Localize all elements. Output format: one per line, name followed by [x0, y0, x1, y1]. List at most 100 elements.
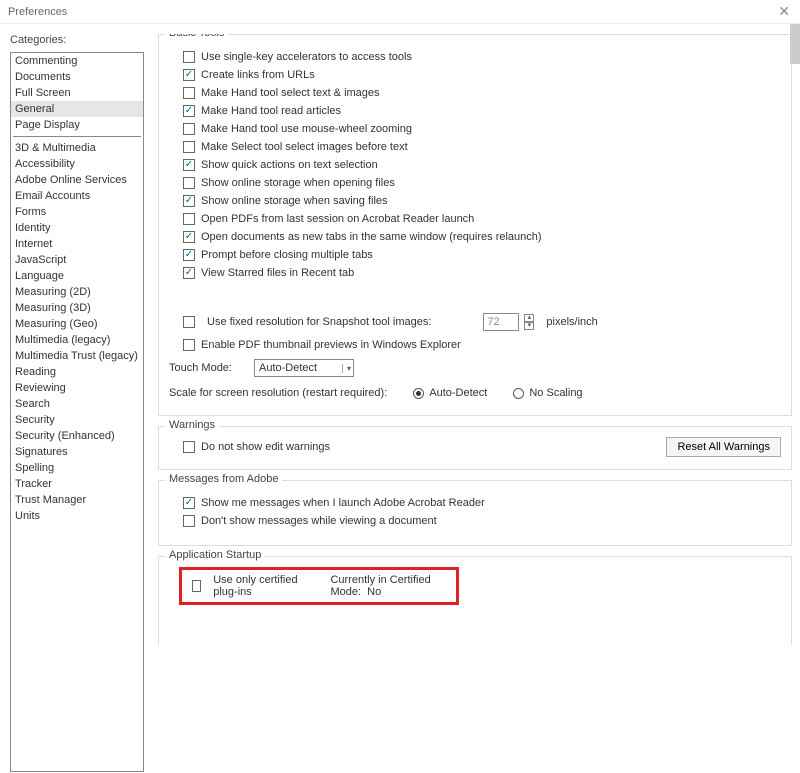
checkbox[interactable] [183, 87, 195, 99]
scale-radio-noscaling[interactable]: No Scaling [513, 387, 582, 399]
touch-mode-value: Auto-Detect [259, 362, 317, 374]
category-item[interactable]: General [11, 101, 143, 117]
category-item[interactable]: Commenting [11, 53, 143, 69]
checkbox-label: Use single-key accelerators to access to… [201, 51, 412, 63]
warnings-label: Do not show edit warnings [201, 441, 330, 453]
section-basic-tools: Basic Tools Use single-key accelerators … [158, 34, 792, 416]
radio-dot-icon [413, 388, 424, 399]
snapshot-checkbox[interactable] [183, 316, 195, 328]
category-item[interactable]: Measuring (3D) [11, 300, 143, 316]
checkbox-label: Open documents as new tabs in the same w… [201, 231, 542, 243]
checkbox-label: View Starred files in Recent tab [201, 267, 354, 279]
checkbox[interactable] [183, 51, 195, 63]
checkbox[interactable] [183, 141, 195, 153]
checkbox[interactable] [183, 177, 195, 189]
snapshot-row: Use fixed resolution for Snapshot tool i… [183, 313, 781, 331]
checkbox-row: Show online storage when saving files [183, 195, 781, 207]
scale-radio-auto[interactable]: Auto-Detect [413, 387, 487, 399]
settings-panel: Basic Tools Use single-key accelerators … [144, 34, 792, 766]
category-item[interactable]: Security (Enhanced) [11, 428, 143, 444]
section-title: Application Startup [165, 549, 265, 561]
category-item[interactable]: Trust Manager [11, 492, 143, 508]
category-item[interactable]: JavaScript [11, 252, 143, 268]
checkbox-label: Prompt before closing multiple tabs [201, 249, 373, 261]
scale-label: Scale for screen resolution (restart req… [169, 387, 387, 399]
category-item[interactable]: Forms [11, 204, 143, 220]
category-item[interactable]: Reading [11, 364, 143, 380]
category-item[interactable]: Multimedia (legacy) [11, 332, 143, 348]
category-item[interactable]: Accessibility [11, 156, 143, 172]
checkbox-row: Make Hand tool select text & images [183, 87, 781, 99]
window-title: Preferences [8, 6, 67, 18]
checkbox-label: Show online storage when opening files [201, 177, 395, 189]
scale-row: Scale for screen resolution (restart req… [169, 387, 781, 399]
category-item[interactable]: 3D & Multimedia [11, 140, 143, 156]
checkbox-label: Create links from URLs [201, 69, 315, 81]
category-item[interactable]: Tracker [11, 476, 143, 492]
snapshot-label: Use fixed resolution for Snapshot tool i… [207, 316, 431, 328]
checkbox-label: Show quick actions on text selection [201, 159, 378, 171]
scrollbar[interactable] [790, 24, 800, 64]
checkbox[interactable] [183, 105, 195, 117]
radio-dot-icon [513, 388, 524, 399]
checkbox[interactable] [183, 231, 195, 243]
checkbox-row: Show online storage when opening files [183, 177, 781, 189]
category-item[interactable]: Measuring (Geo) [11, 316, 143, 332]
thumbnail-label: Enable PDF thumbnail previews in Windows… [201, 339, 461, 351]
checkbox-row: View Starred files in Recent tab [183, 267, 781, 279]
reset-warnings-button[interactable]: Reset All Warnings [666, 437, 781, 457]
category-item[interactable]: Multimedia Trust (legacy) [11, 348, 143, 364]
checkbox[interactable] [183, 497, 195, 509]
chevron-down-icon: ▾ [342, 364, 351, 373]
categories-list[interactable]: CommentingDocumentsFull ScreenGeneralPag… [10, 52, 144, 772]
checkbox-label: Show online storage when saving files [201, 195, 388, 207]
checkbox-label: Don't show messages while viewing a docu… [201, 515, 437, 527]
checkbox[interactable] [183, 249, 195, 261]
checkbox[interactable] [183, 195, 195, 207]
section-warnings: Warnings Do not show edit warnings Reset… [158, 426, 792, 470]
snapshot-spinner[interactable]: ▴▾ [524, 314, 534, 330]
category-item[interactable]: Spelling [11, 460, 143, 476]
scale-opt1-label: Auto-Detect [429, 387, 487, 399]
category-item[interactable]: Page Display [11, 117, 143, 133]
checkbox-row: Make Hand tool read articles [183, 105, 781, 117]
category-item[interactable]: Adobe Online Services [11, 172, 143, 188]
checkbox[interactable] [183, 123, 195, 135]
certified-plugins-checkbox[interactable] [192, 580, 201, 592]
checkbox[interactable] [183, 267, 195, 279]
scale-opt2-label: No Scaling [529, 387, 582, 399]
checkbox[interactable] [183, 159, 195, 171]
checkbox-label: Make Hand tool select text & images [201, 87, 380, 99]
category-item[interactable]: Documents [11, 69, 143, 85]
category-item[interactable]: Internet [11, 236, 143, 252]
category-item[interactable]: Reviewing [11, 380, 143, 396]
category-item[interactable]: Signatures [11, 444, 143, 460]
section-messages: Messages from Adobe Show me messages whe… [158, 480, 792, 546]
checkbox-row: Don't show messages while viewing a docu… [183, 515, 781, 527]
touch-mode-select[interactable]: Auto-Detect ▾ [254, 359, 354, 377]
checkbox-row: Create links from URLs [183, 69, 781, 81]
section-title: Basic Tools [165, 34, 228, 39]
checkbox-label: Make Select tool select images before te… [201, 141, 408, 153]
checkbox-row: Show quick actions on text selection [183, 159, 781, 171]
checkbox-row: Prompt before closing multiple tabs [183, 249, 781, 261]
thumbnail-checkbox[interactable] [183, 339, 195, 351]
certified-mode-status: Currently in Certified Mode: No [330, 574, 446, 598]
checkbox[interactable] [183, 213, 195, 225]
category-item[interactable]: Identity [11, 220, 143, 236]
checkbox[interactable] [183, 69, 195, 81]
checkbox-row: Open PDFs from last session on Acrobat R… [183, 213, 781, 225]
checkbox[interactable] [183, 515, 195, 527]
category-item[interactable]: Measuring (2D) [11, 284, 143, 300]
category-item[interactable]: Language [11, 268, 143, 284]
touch-mode-label: Touch Mode: [169, 362, 232, 374]
category-item[interactable]: Full Screen [11, 85, 143, 101]
close-icon[interactable]: ✕ [774, 3, 794, 20]
category-item[interactable]: Search [11, 396, 143, 412]
category-item[interactable]: Security [11, 412, 143, 428]
warnings-checkbox[interactable] [183, 441, 195, 453]
category-item[interactable]: Units [11, 508, 143, 524]
category-item[interactable]: Email Accounts [11, 188, 143, 204]
certified-plugins-label: Use only certified plug-ins [213, 574, 304, 598]
snapshot-resolution-input[interactable] [483, 313, 519, 331]
